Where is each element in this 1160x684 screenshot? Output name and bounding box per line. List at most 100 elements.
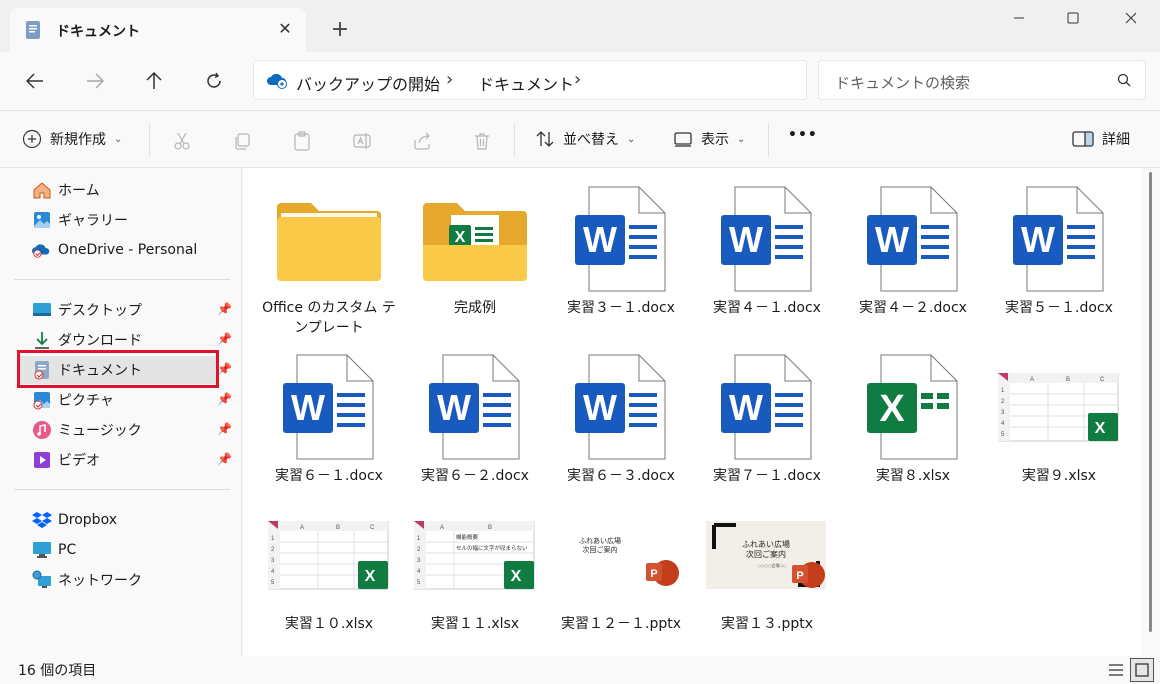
address-bar[interactable]: バックアップの開始 › ドキュメント ›	[253, 60, 807, 100]
pin-icon[interactable]: 📌	[217, 452, 232, 466]
music-icon	[32, 420, 52, 440]
file-item[interactable]: X 実習８.xlsx	[843, 350, 983, 490]
file-item[interactable]: W 実習４－２.docx	[843, 182, 983, 342]
file-item[interactable]: W 実習４－１.docx	[697, 182, 837, 342]
up-button[interactable]	[139, 66, 169, 96]
sidebar-item-pictures[interactable]: ピクチャ 📌	[18, 386, 232, 414]
navigation-bar: バックアップの開始 › ドキュメント › ドキュメントの検索	[0, 52, 1160, 110]
paste-icon[interactable]	[290, 129, 314, 153]
sidebar-item-onedrive[interactable]: OneDrive - Personal	[18, 236, 218, 264]
file-name: 実習１２－１.pptx	[561, 616, 681, 632]
rename-icon[interactable]	[350, 129, 374, 153]
chevron-right-icon[interactable]: ›	[446, 69, 453, 90]
svg-text:P: P	[796, 570, 803, 582]
refresh-icon	[207, 72, 221, 88]
delete-icon[interactable]	[470, 129, 494, 153]
svg-text:P: P	[650, 568, 657, 580]
file-item[interactable]: W 実習６－２.docx	[405, 350, 545, 490]
pin-icon[interactable]: 📌	[217, 362, 232, 376]
gallery-icon	[32, 210, 52, 230]
excel-col-label: B	[336, 525, 340, 531]
file-item[interactable]: A B C 1 2 3 4 5 X 実習９.xlsx	[989, 350, 1129, 490]
more-options-button[interactable]: •••	[788, 127, 818, 143]
details-view-button[interactable]	[1104, 658, 1128, 682]
sort-button[interactable]: 並べ替え ⌄	[535, 129, 635, 149]
ppt-title-line: ふれあい広場	[742, 539, 790, 549]
status-bar: 16 個の項目	[0, 656, 1160, 684]
sidebar-item-network[interactable]: ネットワーク	[18, 566, 218, 594]
file-item[interactable]: A B C 1 2 3 4 5 X 実習１０.xlsx	[259, 498, 399, 648]
file-item[interactable]: Office のカスタム テンプレート	[259, 182, 399, 342]
view-icon	[674, 132, 692, 147]
details-pane-button[interactable]: 詳細	[1072, 129, 1130, 149]
breadcrumb-backup[interactable]: バックアップの開始	[296, 71, 440, 95]
file-name: 実習６－２.docx	[421, 468, 529, 484]
excel-thumbnail: A B C 1 2 3 4 5 X	[259, 498, 399, 614]
file-name: 実習７－１.docx	[713, 468, 821, 484]
new-button[interactable]: 新規作成 ⌄	[22, 129, 122, 149]
sidebar-item-label: OneDrive - Personal	[58, 242, 198, 258]
search-box[interactable]: ドキュメントの検索	[818, 60, 1146, 100]
sidebar-item-videos[interactable]: ビデオ 📌	[18, 446, 232, 474]
tab-title: ドキュメント	[56, 24, 140, 40]
svg-text:W: W	[291, 387, 325, 428]
pin-icon[interactable]: 📌	[217, 332, 232, 346]
new-tab-button[interactable]: +	[326, 16, 354, 44]
search-placeholder: ドキュメントの検索	[835, 74, 971, 92]
file-item[interactable]: W 実習５－１.docx	[989, 182, 1129, 342]
breadcrumb-documents[interactable]: ドキュメント	[478, 71, 574, 95]
file-item[interactable]: W 実習７－１.docx	[697, 350, 837, 490]
forward-button[interactable]	[80, 66, 110, 96]
file-item[interactable]: X 完成例	[405, 182, 545, 342]
file-item[interactable]: W 実習６－１.docx	[259, 350, 399, 490]
maximize-button[interactable]	[1050, 4, 1096, 32]
file-name: 実習５－１.docx	[1005, 300, 1113, 316]
sidebar-item-label: ギャラリー	[58, 213, 128, 229]
word-file-icon: W	[405, 350, 545, 466]
pin-icon[interactable]: 📌	[217, 302, 232, 316]
svg-text:X: X	[879, 388, 905, 430]
file-name: 実習１０.xlsx	[284, 616, 374, 632]
tab-documents[interactable]: ドキュメント ✕	[10, 8, 306, 52]
sidebar-item-dropbox[interactable]: Dropbox	[18, 506, 218, 534]
highlight-annotation	[17, 350, 219, 388]
sidebar-item-label: ミュージック	[58, 423, 142, 439]
file-item[interactable]: ふれあい広場 次回ご案内 P 実習１２－１.pptx	[551, 498, 691, 648]
cut-icon[interactable]	[170, 129, 194, 153]
close-tab-button[interactable]: ✕	[274, 18, 296, 40]
powerpoint-thumbnail: ふれあい広場 次回ご案内 ○○○○会場○○ P	[697, 498, 837, 614]
sidebar-item-gallery[interactable]: ギャラリー	[18, 206, 218, 234]
file-item[interactable]: A B 1 2 3 4 5 機能概要 セルの幅に文字が収まらない X 実習１１.…	[405, 498, 545, 648]
chevron-right-icon[interactable]: ›	[574, 69, 581, 90]
file-item[interactable]: W 実習３－１.docx	[551, 182, 691, 342]
file-name: Office のカスタム テンプレート	[262, 300, 396, 336]
sidebar-item-pc[interactable]: PC	[18, 536, 218, 564]
pin-icon[interactable]: 📌	[217, 422, 232, 436]
pin-icon[interactable]: 📌	[217, 392, 232, 406]
copy-icon[interactable]	[230, 129, 254, 153]
share-icon[interactable]	[410, 129, 434, 153]
close-window-button[interactable]	[1108, 4, 1154, 32]
sidebar-item-home[interactable]: ホーム	[18, 176, 218, 204]
file-item[interactable]: W 実習６－３.docx	[551, 350, 691, 490]
large-icons-view-button[interactable]	[1130, 658, 1154, 682]
word-file-icon: W	[843, 182, 983, 298]
vertical-scrollbar[interactable]	[1141, 168, 1160, 656]
details-label: 詳細	[1102, 132, 1130, 148]
refresh-button[interactable]	[199, 66, 229, 96]
word-file-icon: W	[259, 350, 399, 466]
arrow-right-icon	[87, 73, 104, 89]
file-name: 実習８.xlsx	[875, 468, 951, 484]
scrollbar-thumb[interactable]	[1149, 172, 1152, 632]
file-item[interactable]: ふれあい広場 次回ご案内 ○○○○会場○○ P 実習１３.pptx	[697, 498, 837, 648]
word-file-icon: W	[989, 182, 1129, 298]
minimize-button[interactable]	[996, 4, 1042, 32]
sidebar-item-desktop[interactable]: デスクトップ 📌	[18, 296, 232, 324]
view-button[interactable]: 表示 ⌄	[673, 129, 745, 149]
excel-thumbnail: A B 1 2 3 4 5 機能概要 セルの幅に文字が収まらない X	[405, 498, 545, 614]
ppt-title-line: 次回ご案内	[583, 545, 618, 554]
excel-col-label: C	[370, 525, 375, 531]
back-button[interactable]	[20, 66, 50, 96]
sidebar-item-music[interactable]: ミュージック 📌	[18, 416, 232, 444]
word-file-icon: W	[551, 350, 691, 466]
